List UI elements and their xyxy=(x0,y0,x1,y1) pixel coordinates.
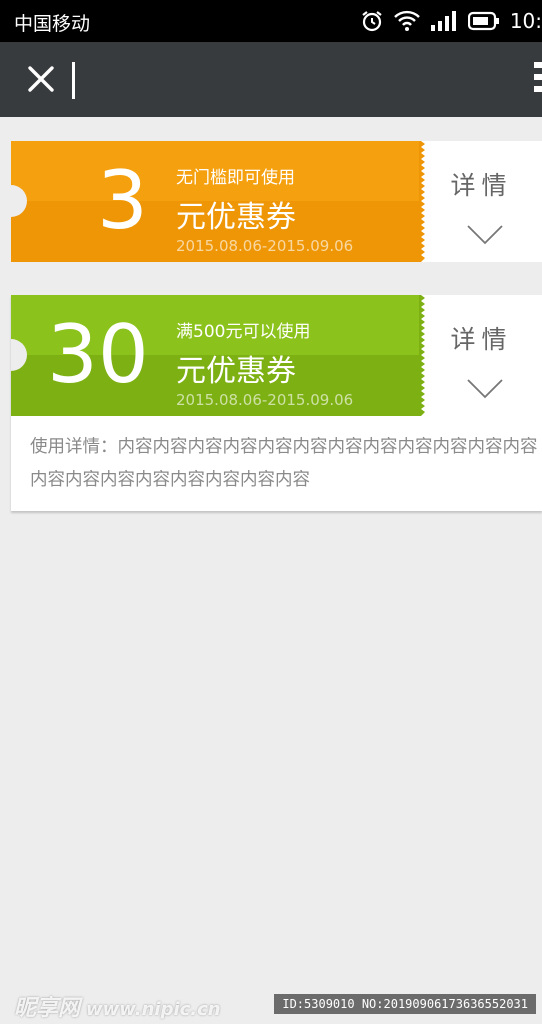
coupon-amount: 30 xyxy=(47,308,149,401)
coupon-strip: 3 无门槛即可使用 元优惠券 2015.08.06-2015.09.06 xyxy=(11,141,421,262)
clock-time: 10: xyxy=(509,9,542,33)
detail-label: 详情 xyxy=(450,325,513,354)
text-cursor xyxy=(72,62,75,99)
watermark-logo: 昵享网 www.nipic.cn xyxy=(14,990,221,1022)
nav-bar xyxy=(0,42,542,117)
watermark-brand: 昵享网 xyxy=(14,996,81,1021)
coupon-date-range: 2015.08.06-2015.09.06 xyxy=(176,237,354,255)
close-icon xyxy=(28,66,54,92)
chevron-down-icon xyxy=(467,379,503,399)
coupon-amount: 3 xyxy=(97,154,148,247)
chevron-down-icon xyxy=(467,225,503,245)
status-bar: 中国移动 10: xyxy=(0,0,542,42)
signal-icon xyxy=(430,11,458,31)
coupon-condition: 无门槛即可使用 xyxy=(176,168,295,188)
alarm-icon xyxy=(360,9,384,33)
usage-details-text: 使用详情：内容内容内容内容内容内容内容内容内容内容内容内容内容内容内容内容内容内… xyxy=(30,437,538,490)
coupon-card: 30 满500元可以使用 元优惠券 2015.08.06-2015.09.06 … xyxy=(11,295,542,511)
battery-icon xyxy=(467,11,500,31)
more-menu-button[interactable] xyxy=(534,62,542,98)
watermark-site: www.nipic.cn xyxy=(86,999,221,1020)
carrier-name: 中国移动 xyxy=(14,13,91,35)
watermark-id: ID:5309010 NO:20190906173636552031 xyxy=(274,994,536,1014)
coupon-detail-toggle[interactable]: 详情 xyxy=(421,295,542,416)
coupon-card: 3 无门槛即可使用 元优惠券 2015.08.06-2015.09.06 详情 xyxy=(11,141,542,262)
wifi-icon xyxy=(393,10,420,32)
more-icon xyxy=(534,62,542,68)
detail-label: 详情 xyxy=(450,171,513,200)
coupon-detail-toggle[interactable]: 详情 xyxy=(421,141,542,262)
close-button[interactable] xyxy=(26,64,56,94)
coupon-title: 元优惠券 xyxy=(176,200,296,235)
coupon-strip: 30 满500元可以使用 元优惠券 2015.08.06-2015.09.06 xyxy=(11,295,421,416)
coupon-title: 元优惠券 xyxy=(176,354,296,389)
coupon-condition: 满500元可以使用 xyxy=(176,322,311,342)
coupon-date-range: 2015.08.06-2015.09.06 xyxy=(176,391,354,409)
